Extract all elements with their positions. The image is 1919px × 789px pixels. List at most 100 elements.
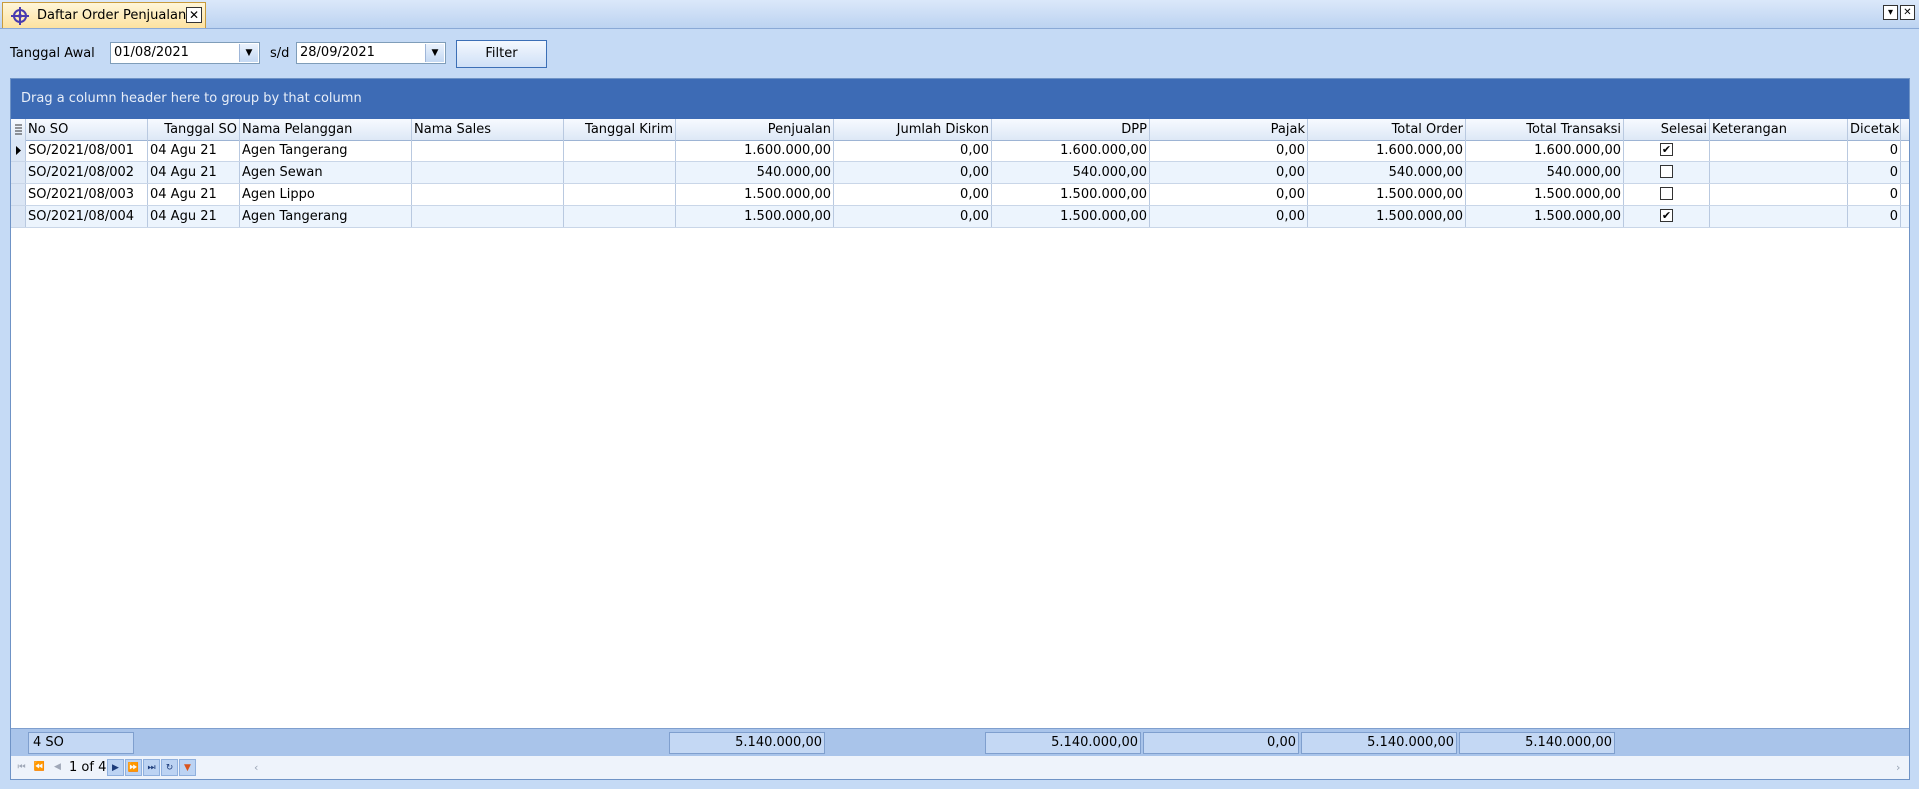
selesai-checkbox[interactable] — [1660, 187, 1673, 200]
window-menu-icon[interactable]: ▾ — [1883, 5, 1898, 20]
cell-tanggal-kirim[interactable] — [564, 184, 676, 205]
cell-dpp[interactable]: 540.000,00 — [992, 162, 1150, 183]
end-date-field[interactable]: 28/09/2021 ▼ — [296, 42, 446, 64]
col-header-penjualan[interactable]: Penjualan — [676, 119, 834, 140]
refresh-icon[interactable]: ↻ — [161, 759, 178, 776]
start-date-dropdown-icon[interactable]: ▼ — [239, 44, 258, 62]
cell-total-order[interactable]: 1.600.000,00 — [1308, 140, 1466, 161]
cell-dicetak[interactable]: 0 — [1848, 140, 1901, 161]
cell-total-order[interactable]: 1.500.000,00 — [1308, 206, 1466, 227]
cell-nama-sales[interactable] — [412, 206, 564, 227]
start-date-field[interactable]: 01/08/2021 ▼ — [110, 42, 260, 64]
cell-tanggal-so[interactable]: 04 Agu 21 — [148, 140, 240, 161]
cell-tanggal-kirim[interactable] — [564, 140, 676, 161]
cell-dicetak[interactable]: 0 — [1848, 184, 1901, 205]
cell-pajak[interactable]: 0,00 — [1150, 184, 1308, 205]
selesai-checkbox[interactable]: ✔ — [1660, 143, 1673, 156]
cell-tanggal-so[interactable]: 04 Agu 21 — [148, 162, 240, 183]
cell-pajak[interactable]: 0,00 — [1150, 206, 1308, 227]
cell-keterangan[interactable] — [1710, 162, 1848, 183]
cell-tanggal-kirim[interactable] — [564, 162, 676, 183]
prev-page-icon[interactable]: ⏪ — [31, 759, 48, 776]
cell-nama-sales[interactable] — [412, 162, 564, 183]
cell-dicetak[interactable]: 0 — [1848, 162, 1901, 183]
cell-dpp[interactable]: 1.500.000,00 — [992, 206, 1150, 227]
table-row[interactable]: SO/2021/08/004 04 Agu 21 Agen Tangerang … — [11, 206, 1909, 228]
tab-daftar-order-penjualan[interactable]: Daftar Order Penjualan ✕ — [2, 2, 206, 28]
cell-jumlah-diskon[interactable]: 0,00 — [834, 140, 992, 161]
cell-penjualan[interactable]: 1.500.000,00 — [676, 206, 834, 227]
filter-button[interactable]: Filter — [456, 40, 547, 68]
cell-nama-pelanggan[interactable]: Agen Tangerang — [240, 206, 412, 227]
cell-no-so[interactable]: SO/2021/08/001 — [26, 140, 148, 161]
col-header-selesai[interactable]: Selesai — [1624, 119, 1710, 140]
cell-nama-pelanggan[interactable]: Agen Lippo — [240, 184, 412, 205]
cell-total-transaksi[interactable]: 540.000,00 — [1466, 162, 1624, 183]
cell-no-so[interactable]: SO/2021/08/003 — [26, 184, 148, 205]
col-header-dpp[interactable]: DPP — [992, 119, 1150, 140]
cell-pajak[interactable]: 0,00 — [1150, 162, 1308, 183]
cell-total-transaksi[interactable]: 1.500.000,00 — [1466, 184, 1624, 205]
scroll-right-icon[interactable]: › — [1896, 759, 1900, 776]
next-page-icon[interactable]: ⏩ — [125, 759, 142, 776]
cell-keterangan[interactable] — [1710, 206, 1848, 227]
cell-jumlah-diskon[interactable]: 0,00 — [834, 184, 992, 205]
column-chooser-icon[interactable] — [11, 119, 26, 140]
cell-jumlah-diskon[interactable]: 0,00 — [834, 162, 992, 183]
cell-dpp[interactable]: 1.500.000,00 — [992, 184, 1150, 205]
col-header-total-order[interactable]: Total Order — [1308, 119, 1466, 140]
group-by-panel[interactable]: Drag a column header here to group by th… — [11, 79, 1909, 119]
cell-nama-pelanggan[interactable]: Agen Tangerang — [240, 140, 412, 161]
col-header-jumlah-diskon[interactable]: Jumlah Diskon — [834, 119, 992, 140]
cell-pajak[interactable]: 0,00 — [1150, 140, 1308, 161]
close-tab-icon[interactable]: ✕ — [186, 7, 202, 23]
record-position-text: 1 of 4 — [69, 760, 107, 775]
cell-total-order[interactable]: 1.500.000,00 — [1308, 184, 1466, 205]
selesai-checkbox[interactable] — [1660, 165, 1673, 178]
cell-dpp[interactable]: 1.600.000,00 — [992, 140, 1150, 161]
start-date-label: Tanggal Awal — [10, 46, 95, 61]
cell-tanggal-so[interactable]: 04 Agu 21 — [148, 184, 240, 205]
col-header-tanggal-kirim[interactable]: Tanggal Kirim — [564, 119, 676, 140]
end-date-dropdown-icon[interactable]: ▼ — [425, 44, 444, 62]
col-header-tanggal-so[interactable]: Tanggal SO — [148, 119, 240, 140]
col-header-nama-sales[interactable]: Nama Sales — [412, 119, 564, 140]
cell-no-so[interactable]: SO/2021/08/004 — [26, 206, 148, 227]
cell-jumlah-diskon[interactable]: 0,00 — [834, 206, 992, 227]
summary-penjualan: 5.140.000,00 — [669, 732, 825, 754]
row-indicator — [11, 184, 26, 205]
cell-nama-sales[interactable] — [412, 184, 564, 205]
cell-no-so[interactable]: SO/2021/08/002 — [26, 162, 148, 183]
cell-penjualan[interactable]: 1.500.000,00 — [676, 184, 834, 205]
cell-nama-pelanggan[interactable]: Agen Sewan — [240, 162, 412, 183]
col-header-dicetak[interactable]: Dicetak — [1848, 119, 1901, 140]
table-row[interactable]: SO/2021/08/002 04 Agu 21 Agen Sewan 540.… — [11, 162, 1909, 184]
cell-keterangan[interactable] — [1710, 140, 1848, 161]
cell-keterangan[interactable] — [1710, 184, 1848, 205]
cell-penjualan[interactable]: 1.600.000,00 — [676, 140, 834, 161]
scroll-left-icon[interactable]: ‹ — [254, 759, 258, 776]
col-header-pajak[interactable]: Pajak — [1150, 119, 1308, 140]
col-header-total-transaksi[interactable]: Total Transaksi — [1466, 119, 1624, 140]
cell-total-transaksi[interactable]: 1.500.000,00 — [1466, 206, 1624, 227]
cell-nama-sales[interactable] — [412, 140, 564, 161]
filter-icon[interactable]: ▼ — [179, 759, 196, 776]
cell-total-order[interactable]: 540.000,00 — [1308, 162, 1466, 183]
last-page-icon[interactable]: ⏭ — [143, 759, 160, 776]
cell-tanggal-kirim[interactable] — [564, 206, 676, 227]
selesai-checkbox[interactable]: ✔ — [1660, 209, 1673, 222]
prev-record-icon[interactable]: ◀ — [49, 759, 66, 776]
cell-dicetak[interactable]: 0 — [1848, 206, 1901, 227]
window-close-icon[interactable]: ✕ — [1900, 5, 1915, 20]
table-row[interactable]: SO/2021/08/003 04 Agu 21 Agen Lippo 1.50… — [11, 184, 1909, 206]
cell-total-transaksi[interactable]: 1.600.000,00 — [1466, 140, 1624, 161]
table-row[interactable]: SO/2021/08/001 04 Agu 21 Agen Tangerang … — [11, 140, 1909, 162]
col-header-keterangan[interactable]: Keterangan — [1710, 119, 1848, 140]
col-header-no-so[interactable]: No SO — [26, 119, 148, 140]
col-header-nama-pelanggan[interactable]: Nama Pelanggan — [240, 119, 412, 140]
date-separator-label: s/d — [270, 46, 290, 61]
cell-tanggal-so[interactable]: 04 Agu 21 — [148, 206, 240, 227]
first-page-icon[interactable]: ⏮ — [13, 759, 30, 776]
next-record-icon[interactable]: ▶ — [107, 759, 124, 776]
cell-penjualan[interactable]: 540.000,00 — [676, 162, 834, 183]
